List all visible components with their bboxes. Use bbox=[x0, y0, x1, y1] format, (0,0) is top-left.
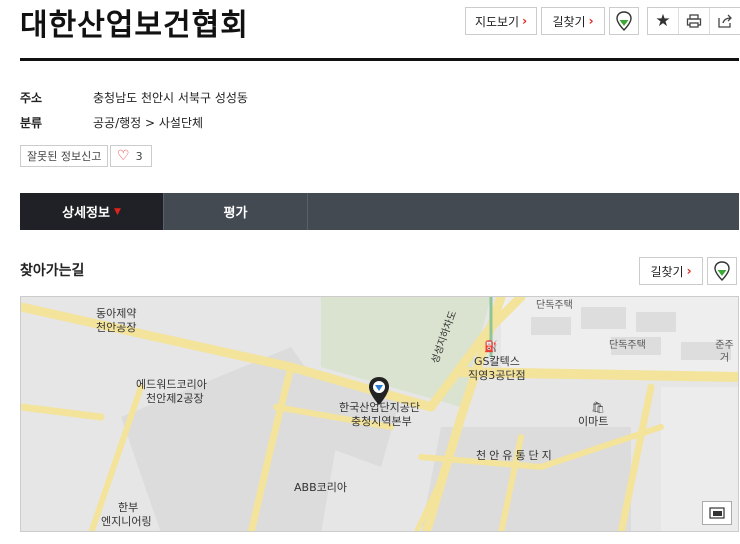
category-label: 분류 bbox=[20, 116, 43, 130]
map-actions: 길찾기 › bbox=[639, 257, 737, 285]
star-icon: ★ bbox=[655, 11, 671, 31]
address-label: 주소 bbox=[20, 91, 43, 105]
print-icon bbox=[686, 14, 702, 28]
tab-reviews-label: 평가 bbox=[223, 206, 248, 221]
map-directions-label: 길찾기 bbox=[650, 264, 684, 279]
utility-icons: ★ bbox=[647, 7, 740, 35]
tab-details[interactable]: 상세정보 ▼ bbox=[20, 193, 164, 230]
map-directions-button[interactable]: 길찾기 › bbox=[639, 257, 703, 285]
chevron-right-icon: › bbox=[686, 264, 692, 278]
map-label: 한부 bbox=[118, 501, 139, 514]
map-label: 단독주택 bbox=[609, 340, 646, 351]
tab-details-label: 상세정보 bbox=[62, 206, 110, 221]
map-navigation-pin-button[interactable] bbox=[707, 257, 737, 285]
directions-button[interactable]: 길찾기 › bbox=[541, 7, 605, 35]
like-count: 3 bbox=[135, 149, 143, 163]
map-view-button[interactable]: 지도보기 › bbox=[465, 7, 537, 35]
report-error-label: 잘못된 정보신고 bbox=[27, 150, 102, 163]
shopping-bag-icon: 🛍 bbox=[591, 401, 605, 414]
map-label: 충청지역본부 bbox=[351, 415, 412, 428]
map-type-toggle[interactable] bbox=[702, 501, 732, 525]
directions-label: 길찾기 bbox=[552, 14, 586, 29]
map-label: 천안공장 bbox=[96, 321, 137, 334]
map-label: GS칼텍스 bbox=[474, 355, 520, 368]
map-pin-icon bbox=[616, 11, 632, 31]
map-label: 천안제2공장 bbox=[146, 392, 204, 405]
gas-station-icon: ⛽ bbox=[484, 340, 498, 353]
heart-icon: ♡ bbox=[117, 148, 130, 164]
category-value: 공공/행정 > 사설단체 bbox=[93, 116, 204, 130]
map-label: ABB코리아 bbox=[294, 481, 347, 494]
detail-tabs: 상세정보 ▼ 평가 bbox=[20, 193, 739, 230]
category-row: 분류 공공/행정 > 사설단체 bbox=[20, 114, 203, 131]
top-actions: 지도보기 › 길찾기 › ★ bbox=[465, 7, 740, 35]
navigation-pin-button[interactable] bbox=[609, 7, 639, 35]
location-map[interactable]: 동아제약 천안공장 에드워드코리아 천안제2공장 한국산업단지공단 충청지역본부… bbox=[20, 296, 739, 532]
chevron-right-icon: › bbox=[588, 14, 594, 28]
location-marker-icon bbox=[369, 377, 389, 405]
map-label: 에드워드코리아 bbox=[136, 378, 207, 391]
address-row: 주소 충청남도 천안시 서북구 성성동 bbox=[20, 89, 248, 106]
map-view-label: 지도보기 bbox=[474, 14, 520, 29]
map-label: 동아제약 bbox=[96, 307, 137, 320]
favorite-button[interactable]: ★ bbox=[648, 8, 679, 34]
share-button[interactable] bbox=[710, 8, 740, 34]
map-pin-icon bbox=[714, 261, 730, 281]
print-button[interactable] bbox=[679, 8, 710, 34]
map-label: 엔지니어링 bbox=[101, 515, 152, 528]
map-layers-icon bbox=[709, 507, 725, 519]
title-divider bbox=[20, 58, 739, 61]
report-error-button[interactable]: 잘못된 정보신고 bbox=[20, 145, 109, 167]
page-title: 대한산업보건협회 bbox=[20, 8, 249, 43]
map-label: 이마트 bbox=[578, 415, 609, 428]
like-button[interactable]: ♡ 3 bbox=[110, 145, 152, 167]
tab-reviews[interactable]: 평가 bbox=[164, 193, 308, 230]
caret-down-icon: ▼ bbox=[113, 206, 121, 217]
directions-section-title: 찾아가는길 bbox=[20, 263, 85, 279]
map-label: 단독주택 bbox=[536, 300, 573, 311]
chevron-right-icon: › bbox=[522, 14, 528, 28]
map-label: 직영3공단점 bbox=[468, 369, 526, 382]
share-icon bbox=[718, 14, 732, 28]
map-label: 천안유통단지 bbox=[476, 449, 555, 462]
map-label: 준주거 bbox=[715, 340, 734, 364]
address-value: 충청남도 천안시 서북구 성성동 bbox=[93, 91, 248, 105]
